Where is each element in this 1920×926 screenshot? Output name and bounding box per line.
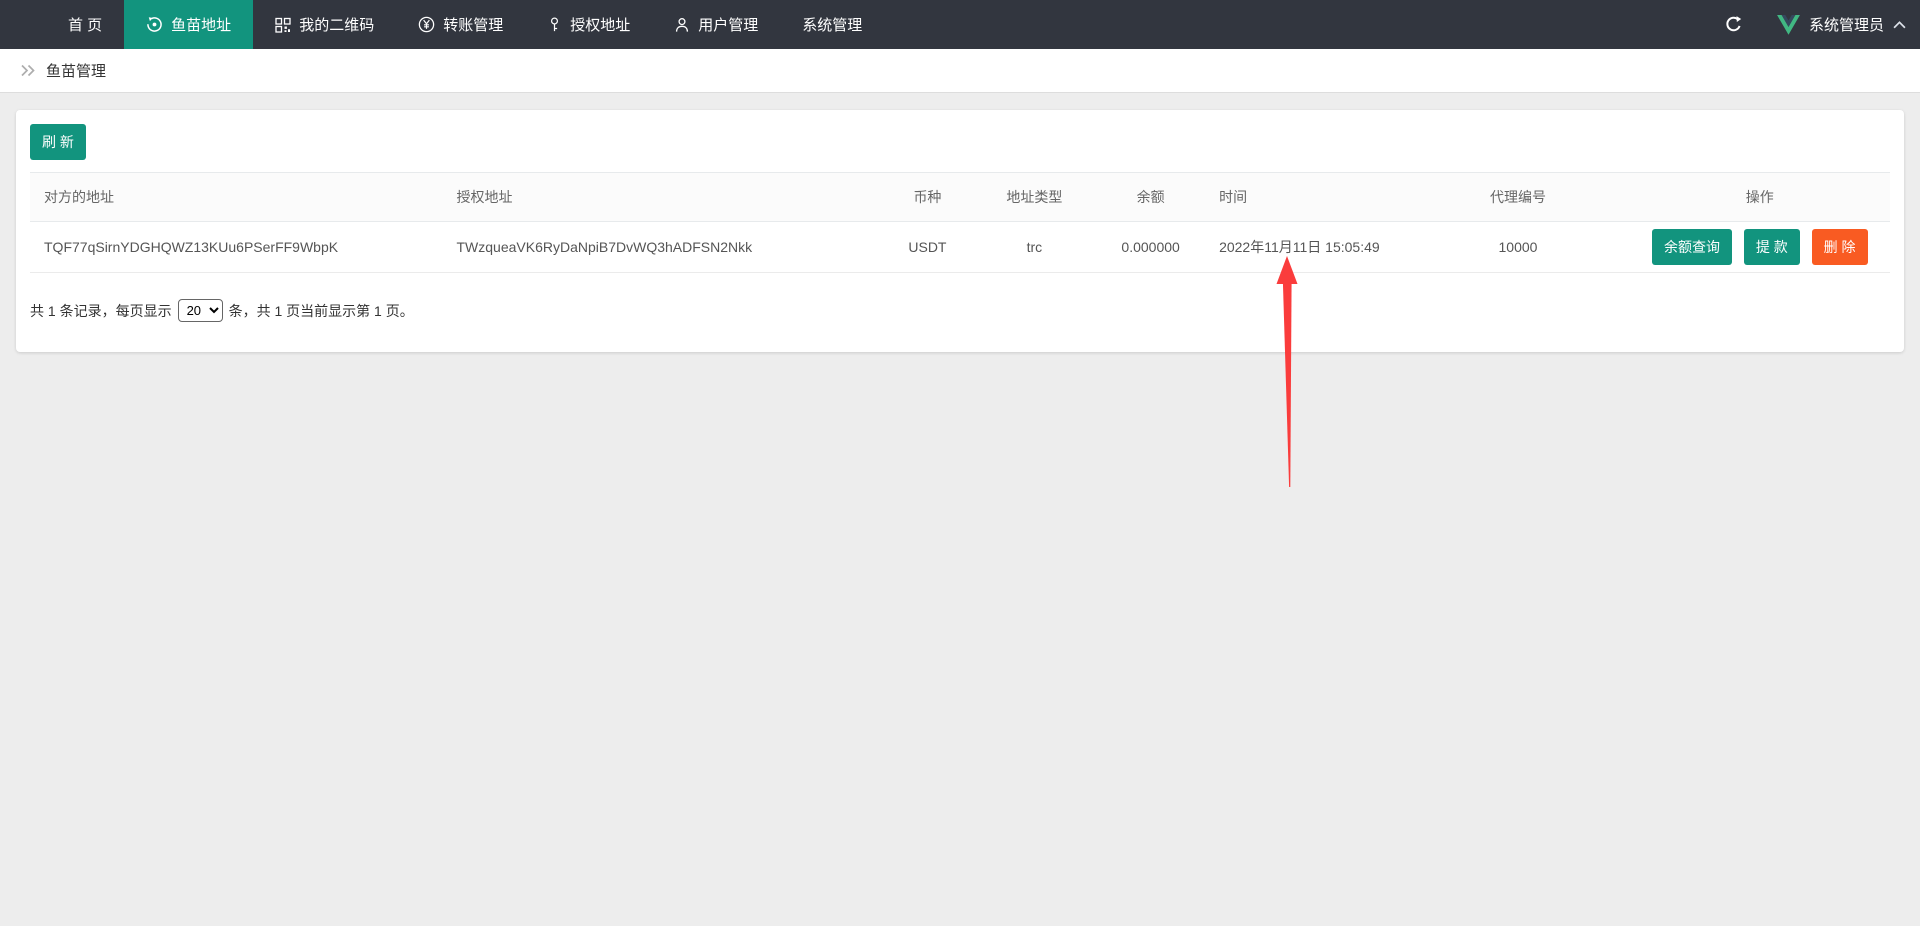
nav-item-user-management[interactable]: 用户管理 <box>652 0 780 49</box>
table-header-row: 对方的地址 授权地址 币种 地址类型 余额 时间 代理编号 操作 <box>30 173 1890 222</box>
username: 系统管理员 <box>1809 14 1884 35</box>
col-header-time: 时间 <box>1211 173 1406 222</box>
cell-auth-address: TWzqueaVK6RyDaNpiB7DvWQ3hADFSN2Nkk <box>449 222 877 273</box>
nav-item-transfer-management[interactable]: 转账管理 <box>396 0 525 49</box>
cell-peer-address: TQF77qSirnYDGHQWZ13KUu6PSerFF9WbpK <box>30 222 449 273</box>
cell-balance: 0.000000 <box>1090 222 1211 273</box>
cell-actions: 余额查询 提 款 删 除 <box>1630 222 1890 273</box>
cell-agent-no: 10000 <box>1406 222 1629 273</box>
nav-item-my-qrcode[interactable]: 我的二维码 <box>253 0 396 49</box>
refresh-button[interactable]: 刷 新 <box>30 124 86 160</box>
nav-item-system-management[interactable]: 系统管理 <box>780 0 884 49</box>
cell-currency: USDT <box>876 222 978 273</box>
col-header-auth-address: 授权地址 <box>449 173 877 222</box>
user-menu[interactable]: 系统管理员 <box>1777 14 1906 35</box>
col-header-agent-no: 代理编号 <box>1406 173 1629 222</box>
col-header-balance: 余额 <box>1090 173 1211 222</box>
cell-time: 2022年11月11日 15:05:49 <box>1211 222 1406 273</box>
balance-query-button[interactable]: 余额查询 <box>1652 229 1732 265</box>
qrcode-icon <box>275 17 291 33</box>
top-navbar: 首 页 鱼苗地址 我的二维码 <box>0 0 1920 49</box>
nav-item-home[interactable]: 首 页 <box>46 0 124 49</box>
user-icon <box>674 17 690 33</box>
main-content: 刷 新 对方的地址 授权地址 币种 地址类型 余额 时间 代理编号 操作 <box>0 93 1920 369</box>
navbar-right: 系统管理员 <box>1724 0 1920 49</box>
nav-item-label: 用户管理 <box>698 14 758 35</box>
address-table: 对方的地址 授权地址 币种 地址类型 余额 时间 代理编号 操作 TQF77qS… <box>30 172 1890 273</box>
page-size-select[interactable]: 20 <box>178 299 223 322</box>
table-row: TQF77qSirnYDGHQWZ13KUu6PSerFF9WbpK TWzqu… <box>30 222 1890 273</box>
col-header-actions: 操作 <box>1630 173 1890 222</box>
pagination-prefix: 共 1 条记录，每页显示 <box>30 301 172 321</box>
yen-circle-icon <box>418 16 435 33</box>
vue-logo-icon <box>1777 15 1800 35</box>
col-header-address-type: 地址类型 <box>979 173 1091 222</box>
nav-item-label: 授权地址 <box>570 14 630 35</box>
col-header-peer-address: 对方的地址 <box>30 173 449 222</box>
pagination-suffix: 条，共 1 页当前显示第 1 页。 <box>229 301 414 321</box>
history-icon <box>146 16 163 33</box>
nav-item-label: 首 页 <box>68 14 102 35</box>
breadcrumb: 鱼苗管理 <box>0 49 1920 93</box>
nav-item-fish-addresses[interactable]: 鱼苗地址 <box>124 0 253 49</box>
pagination: 共 1 条记录，每页显示 20 条，共 1 页当前显示第 1 页。 <box>30 299 1890 322</box>
double-chevron-icon <box>20 64 36 77</box>
delete-button[interactable]: 删 除 <box>1812 229 1868 265</box>
refresh-icon[interactable] <box>1724 15 1743 34</box>
nav-item-label: 鱼苗地址 <box>171 14 231 35</box>
withdraw-button[interactable]: 提 款 <box>1744 229 1800 265</box>
key-icon <box>547 17 562 32</box>
page-title: 鱼苗管理 <box>46 60 106 81</box>
nav-item-authorized-addresses[interactable]: 授权地址 <box>525 0 652 49</box>
nav-item-label: 系统管理 <box>802 14 862 35</box>
col-header-currency: 币种 <box>876 173 978 222</box>
nav-item-label: 转账管理 <box>443 14 503 35</box>
cell-address-type: trc <box>979 222 1091 273</box>
content-card: 刷 新 对方的地址 授权地址 币种 地址类型 余额 时间 代理编号 操作 <box>16 110 1904 352</box>
chevron-up-icon <box>1893 21 1906 29</box>
nav-item-label: 我的二维码 <box>299 14 374 35</box>
